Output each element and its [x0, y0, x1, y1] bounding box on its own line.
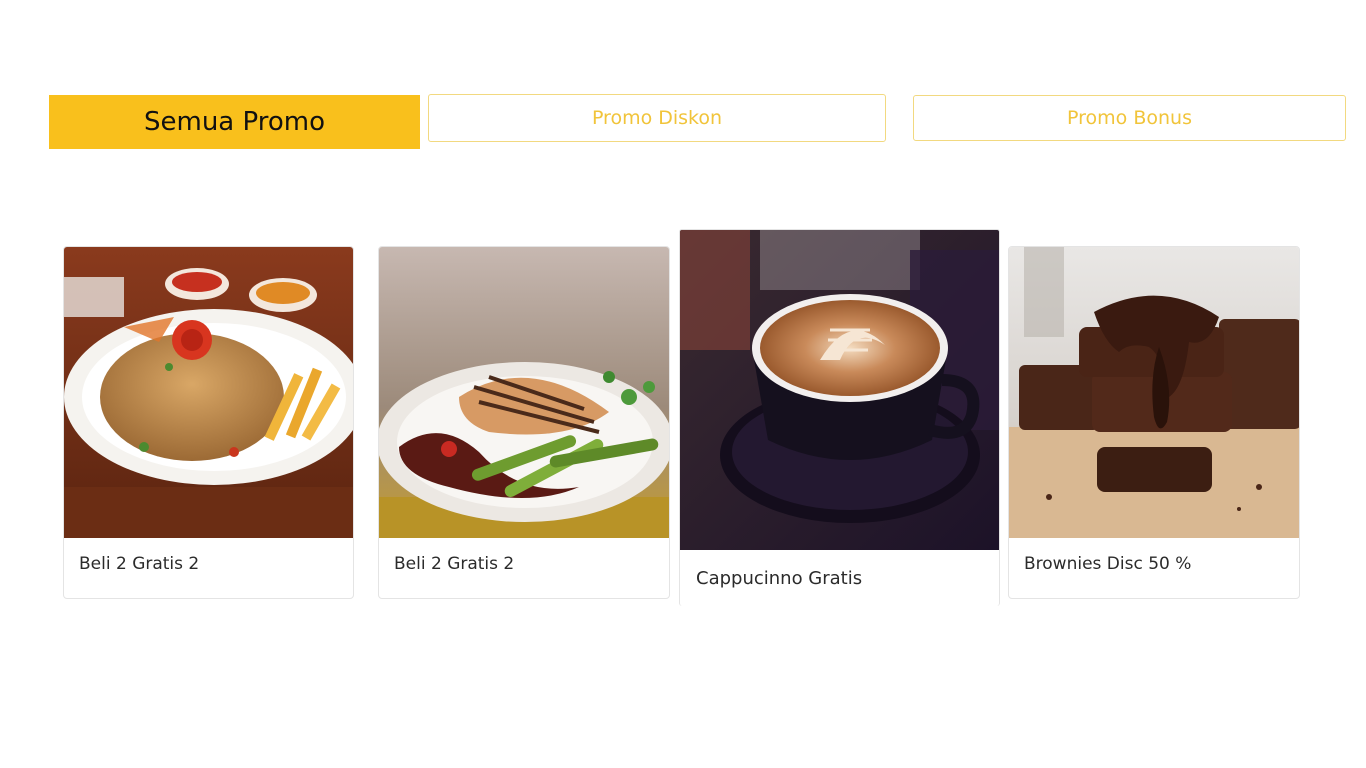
promo-card[interactable]: Brownies Disc 50 % [1008, 246, 1300, 599]
promo-image-fried-rice [64, 247, 353, 538]
promo-card[interactable]: Cappucinno Gratis [679, 229, 1000, 606]
promo-title: Cappucinno Gratis [696, 568, 863, 589]
tab-promo-diskon[interactable]: Promo Diskon [428, 94, 886, 142]
tab-label: Semua Promo [144, 107, 325, 137]
promo-image-brownies [1009, 247, 1299, 538]
promo-title: Beli 2 Gratis 2 [79, 554, 200, 574]
promo-title: Brownies Disc 50 % [1024, 554, 1192, 574]
promo-title: Beli 2 Gratis 2 [394, 554, 515, 574]
promo-page: Semua Promo Promo Diskon Promo Bonus Bel… [0, 0, 1366, 768]
promo-card[interactable]: Beli 2 Gratis 2 [378, 246, 670, 599]
tab-label: Promo Diskon [591, 107, 723, 129]
tab-label: Promo Bonus [1067, 107, 1192, 129]
promo-card[interactable]: Beli 2 Gratis 2 [63, 246, 354, 599]
promo-image-grilled-chicken [379, 247, 669, 538]
promo-image-cappuccino [680, 230, 999, 550]
tab-semua-promo[interactable]: Semua Promo [49, 95, 420, 149]
tab-promo-bonus[interactable]: Promo Bonus [913, 95, 1346, 141]
